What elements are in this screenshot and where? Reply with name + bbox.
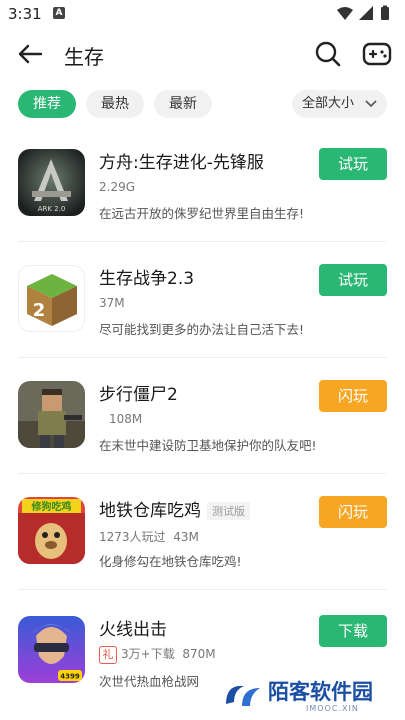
list-item[interactable]: 步行僵尸2 108M 在末世中建设防卫基地保护你的队友吧! 闪玩 [0, 358, 405, 474]
gift-icon: 礼 [99, 645, 117, 664]
chip-newest[interactable]: 最新 [154, 90, 212, 118]
beta-tag: 测试版 [207, 502, 250, 520]
dog-game-icon-text: 修狗吃鸡 [31, 500, 72, 513]
battery-icon [381, 7, 389, 20]
svg-text:2: 2 [33, 300, 46, 321]
app-meta-row: 1273人玩过 43M [99, 528, 199, 545]
app-name: 地铁仓库吃鸡 [99, 501, 201, 521]
app-description: 尽可能找到更多的办法让自己活下去! [99, 322, 305, 337]
list-item[interactable]: 2 生存战争2.3 37M 尽可能找到更多的办法让自己活下去! 试玩 [0, 242, 405, 358]
app-size: 870M [182, 647, 216, 661]
flash-play-button[interactable]: 闪玩 [319, 380, 387, 412]
dog-game-icon: 修狗吃鸡 [18, 497, 85, 564]
wifi-icon [337, 7, 353, 20]
watermark-subtitle: IMOOC.XIN [306, 704, 359, 713]
signal-icon [359, 6, 373, 20]
app-name-row: 地铁仓库吃鸡 测试版 [99, 496, 250, 521]
chip-hottest[interactable]: 最热 [86, 90, 144, 118]
app-size: 43M [173, 530, 199, 544]
status-bar: 3:31 A [0, 0, 405, 28]
chevron-down-icon [365, 100, 377, 108]
app-size: 108M [109, 412, 143, 426]
download-button[interactable]: 下载 [319, 615, 387, 647]
ark-game-icon: ARK 2.0 [18, 149, 85, 216]
app-size: 2.29G [99, 180, 136, 194]
status-icons [337, 5, 389, 20]
app-description: 次世代热血枪战网 [99, 674, 200, 689]
watermark: 陌客软件园 IMOOC.XIN [218, 672, 405, 720]
app-name: 方舟:生存进化-先锋服 [99, 153, 264, 173]
back-button[interactable] [14, 40, 46, 68]
gamepad-icon [362, 42, 392, 66]
download-count: 3万+下载 [121, 647, 175, 661]
walking-zombie-icon [18, 381, 85, 448]
app-name: 火线出击 [99, 620, 167, 640]
try-play-button[interactable]: 试玩 [319, 148, 387, 180]
size-filter-dropdown[interactable]: 全部大小 [292, 90, 387, 118]
app-name: 步行僵尸2 [99, 385, 178, 405]
fireline-icon-text: 4399 [60, 673, 80, 681]
list-item[interactable]: 修狗吃鸡 地铁仓库吃鸡 测试版 1273人玩过 43M 化身修勾在地铁仓库吃鸡! … [0, 474, 405, 590]
try-play-button[interactable]: 试玩 [319, 264, 387, 296]
play-count: 1273人玩过 [99, 530, 166, 544]
app-size: 37M [99, 296, 125, 310]
app-name: 生存战争2.3 [99, 269, 195, 289]
app-description: 在远古开放的侏罗纪世界里自由生存! [99, 206, 305, 221]
list-item[interactable]: ARK 2.0 方舟:生存进化-先锋服 2.29G 在远古开放的侏罗纪世界里自由… [0, 126, 405, 242]
flash-play-button[interactable]: 闪玩 [319, 496, 387, 528]
chip-recommended[interactable]: 推荐 [18, 90, 76, 118]
arrow-left-icon [18, 44, 43, 64]
app-description: 在末世中建设防卫基地保护你的队友吧! [99, 438, 317, 453]
survivalcraft-icon: 2 [18, 265, 85, 332]
app-description: 化身修勾在地铁仓库吃鸡! [99, 554, 242, 569]
page-title: 生存 [64, 45, 104, 69]
notification-icon: A [53, 7, 65, 19]
watermark-name: 陌客软件园 [268, 679, 373, 704]
search-button[interactable] [312, 38, 344, 70]
search-icon [315, 41, 341, 67]
top-bar: 生存 [0, 30, 405, 78]
size-filter-label: 全部大小 [302, 96, 355, 111]
fireline-icon: 4399 [18, 616, 85, 683]
status-time: 3:31 [8, 5, 42, 23]
app-meta-row: 礼 3万+下载 870M [99, 645, 216, 664]
svg-text:ARK 2.0: ARK 2.0 [38, 205, 66, 213]
gamepad-button[interactable] [360, 38, 394, 70]
filter-bar: 推荐 最热 最新 全部大小 [0, 88, 405, 120]
watermark-logo-icon [226, 685, 260, 706]
